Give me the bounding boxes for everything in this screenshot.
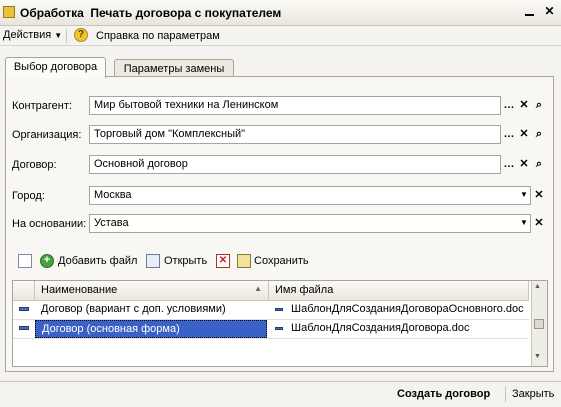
row-file-cell: ШаблонДляСозданияДоговораОсновного.doc (291, 303, 524, 315)
help-params-link[interactable]: Справка по параметрам (96, 30, 220, 42)
column-header-name[interactable]: Наименование ▲ (35, 281, 269, 301)
open-magnifier-icon (146, 254, 160, 268)
scroll-up-icon[interactable]: ▲ (534, 283, 541, 290)
actions-menu-label: Действия (3, 29, 52, 41)
contract-field[interactable]: Основной договор (89, 155, 501, 174)
actions-menu[interactable]: Действия ▼ (3, 29, 62, 41)
dropdown-arrow-icon[interactable]: ▼ (517, 187, 531, 204)
city-label: Город: (12, 190, 45, 202)
select-ellipsis-button[interactable]: … (502, 156, 516, 173)
row-icon (19, 307, 29, 311)
counterparty-label: Контрагент: (12, 100, 72, 112)
row-marker-header (13, 281, 35, 301)
row-icon (19, 326, 29, 330)
search-icon[interactable]: ⌕ (532, 97, 546, 114)
row-name-cell: Договор (вариант с доп. условиями) (41, 303, 226, 315)
row-name-cell: Договор (основная форма) (35, 320, 267, 338)
minimize-button[interactable] (522, 4, 537, 19)
select-ellipsis-button[interactable]: … (502, 126, 516, 143)
row-file-cell: ШаблонДляСозданияДоговора.doc (291, 322, 470, 334)
app-icon (3, 6, 15, 18)
create-contract-button[interactable]: Создать договор (397, 388, 490, 400)
new-document-icon[interactable] (18, 254, 32, 268)
add-file-label: Добавить файл (58, 255, 138, 267)
save-label: Сохранить (254, 255, 309, 267)
contract-label: Договор: (12, 159, 57, 171)
menu-separator (66, 29, 67, 43)
delete-icon[interactable]: ✕ (216, 254, 230, 268)
city-field[interactable]: Москва (89, 186, 531, 205)
scroll-thumb[interactable] (534, 319, 544, 329)
tab-label: Параметры замены (123, 63, 225, 75)
window-title: Обработка Печать договора с покупателем (20, 6, 282, 20)
footer-bar: Создать договор Закрыть (0, 381, 561, 407)
add-icon: + (40, 254, 54, 268)
tab-label: Выбор договора (13, 61, 98, 73)
footer-separator (505, 386, 506, 402)
file-icon (275, 327, 283, 330)
tab-contract-selection[interactable]: Выбор договора (5, 57, 106, 78)
organization-field[interactable]: Торговый дом "Комплексный" (89, 125, 501, 144)
column-header-label: Имя файла (275, 284, 334, 296)
table-row[interactable]: Договор (вариант с доп. условиями) Шабло… (13, 301, 529, 320)
table-scrollbar[interactable]: ▲ ▼ (531, 281, 547, 366)
organization-label: Организация: (12, 129, 82, 141)
save-disk-icon (237, 254, 251, 268)
clear-icon[interactable]: ✕ (532, 215, 546, 232)
basis-field[interactable]: Устава (89, 214, 531, 233)
dropdown-arrow-icon: ▼ (54, 31, 63, 40)
clear-icon[interactable]: ✕ (517, 97, 531, 114)
open-label: Открыть (164, 255, 208, 267)
minimize-icon (525, 14, 534, 16)
close-button[interactable]: ✕ (542, 4, 557, 19)
clear-icon[interactable]: ✕ (517, 156, 531, 173)
close-button[interactable]: Закрыть (512, 388, 554, 400)
templates-table: Наименование ▲ Имя файла Договор (вариан… (12, 280, 548, 367)
counterparty-field[interactable]: Мир бытовой техники на Ленинском (89, 96, 501, 115)
file-icon (275, 308, 283, 311)
table-row-selected[interactable]: Договор (основная форма) ШаблонДляСоздан… (13, 320, 529, 339)
dropdown-arrow-icon[interactable]: ▼ (517, 215, 531, 232)
select-ellipsis-button[interactable]: … (502, 97, 516, 114)
scroll-down-icon[interactable]: ▼ (534, 353, 541, 360)
clear-icon[interactable]: ✕ (532, 187, 546, 204)
clear-icon[interactable]: ✕ (517, 126, 531, 143)
search-icon[interactable]: ⌕ (532, 156, 546, 173)
column-header-file[interactable]: Имя файла (269, 281, 529, 301)
title-bar: Обработка Печать договора с покупателем … (0, 0, 561, 26)
sort-icon: ▲ (254, 284, 262, 293)
basis-label: На основании: (12, 218, 87, 230)
help-icon[interactable]: ? (74, 28, 88, 42)
column-header-label: Наименование (41, 284, 118, 296)
search-icon[interactable]: ⌕ (532, 126, 546, 143)
